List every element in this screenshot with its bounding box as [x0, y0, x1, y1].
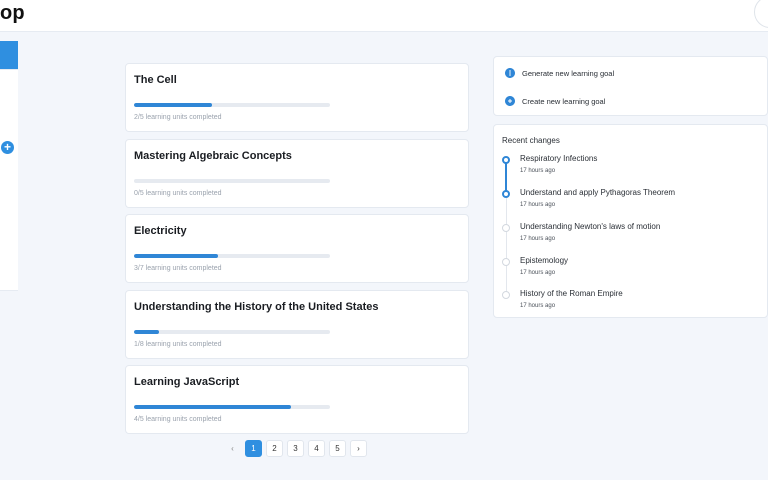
progress-bar: [134, 178, 330, 183]
timeline-item[interactable]: Understand and apply Pythagoras Theorem …: [502, 188, 762, 222]
timeline-item[interactable]: Respiratory Infections 17 hours ago: [502, 154, 762, 188]
progress-bar: [134, 405, 330, 409]
generate-goal-label: Generate new learning goal: [522, 68, 615, 78]
page-button-4[interactable]: 4: [308, 440, 325, 457]
course-title: Learning JavaScript: [134, 376, 240, 388]
timeline-item-time: 17 hours ago: [520, 270, 556, 276]
timeline-dot: [502, 224, 510, 232]
timeline-item-name: Epistemology: [520, 256, 569, 265]
timeline-dot: [502, 156, 510, 164]
progress-text: 4/5 learning units completed: [134, 416, 222, 423]
course-card[interactable]: Understanding the History of the United …: [125, 289, 469, 359]
brain-icon: [505, 68, 515, 78]
actions-panel: Generate new learning goal Create new le…: [493, 56, 768, 116]
course-card[interactable]: Electricity 3/7 learning units completed: [125, 214, 469, 283]
timeline-item-name: History of the Roman Empire: [520, 289, 623, 298]
progress-text: 2/5 learning units completed: [134, 114, 222, 121]
timeline-dot: [502, 190, 510, 198]
prev-page-button[interactable]: ‹: [224, 440, 241, 457]
plus-circle-icon: [505, 96, 515, 106]
course-title: Understanding the History of the United …: [134, 300, 379, 313]
progress-text: 1/8 learning units completed: [134, 340, 222, 348]
course-title: The Cell: [134, 74, 177, 86]
course-title: Mastering Algebraic Concepts: [134, 149, 292, 162]
page-button-2[interactable]: 2: [266, 440, 283, 457]
progress-fill: [134, 329, 159, 334]
course-card[interactable]: Learning JavaScript 4/5 learning units c…: [125, 365, 469, 434]
timeline-item[interactable]: Epistemology 17 hours ago: [502, 256, 762, 290]
progress-text: 3/7 learning units completed: [134, 265, 222, 272]
progress-fill: [134, 254, 218, 258]
sidebar-panel: +: [0, 69, 18, 291]
timeline-item[interactable]: Understanding Newton's laws of motion 17…: [502, 222, 762, 256]
timeline-item-name: Understanding Newton's laws of motion: [520, 222, 661, 231]
create-goal-button[interactable]: Create new learning goal: [505, 96, 605, 106]
timeline-item-time: 17 hours ago: [520, 303, 556, 309]
create-goal-label: Create new learning goal: [522, 96, 606, 106]
course-title: Electricity: [134, 225, 187, 237]
course-card[interactable]: The Cell 2/5 learning units completed: [125, 63, 469, 132]
timeline-item[interactable]: History of the Roman Empire 17 hours ago: [502, 289, 762, 323]
progress-bar: [134, 103, 330, 107]
timeline-item-time: 17 hours ago: [520, 168, 556, 174]
page-button-1[interactable]: 1: [245, 440, 262, 457]
user-avatar[interactable]: [754, 0, 768, 28]
timeline-dot: [502, 291, 510, 299]
recent-changes-title: Recent changes: [502, 136, 560, 145]
timeline-item-time: 17 hours ago: [520, 202, 556, 208]
sidebar-active-item[interactable]: [0, 41, 18, 69]
progress-text: 0/5 learning units completed: [134, 189, 222, 197]
timeline-dot: [502, 258, 510, 266]
pagination: ‹ 1 2 3 4 5 ›: [224, 440, 367, 457]
progress-fill: [134, 103, 213, 107]
timeline-item-name: Respiratory Infections: [520, 154, 598, 163]
next-page-button[interactable]: ›: [350, 440, 367, 457]
course-card[interactable]: Mastering Algebraic Concepts 0/5 learnin…: [125, 138, 469, 208]
top-bar: op: [0, 0, 768, 32]
app-title: op: [0, 2, 25, 24]
generate-goal-button[interactable]: Generate new learning goal: [505, 68, 614, 78]
recent-changes-panel: Recent changes Respiratory Infections 17…: [493, 124, 768, 318]
timeline-item-time: 17 hours ago: [520, 236, 556, 242]
timeline-item-name: Understand and apply Pythagoras Theorem: [520, 188, 676, 197]
progress-bar: [134, 329, 330, 334]
progress-fill: [134, 405, 291, 409]
add-icon[interactable]: +: [1, 141, 14, 154]
page-button-5[interactable]: 5: [329, 440, 346, 457]
page-button-3[interactable]: 3: [287, 440, 304, 457]
course-list: The Cell 2/5 learning units completed Ma…: [125, 63, 469, 441]
progress-bar: [134, 254, 330, 258]
sidebar: +: [0, 32, 18, 480]
